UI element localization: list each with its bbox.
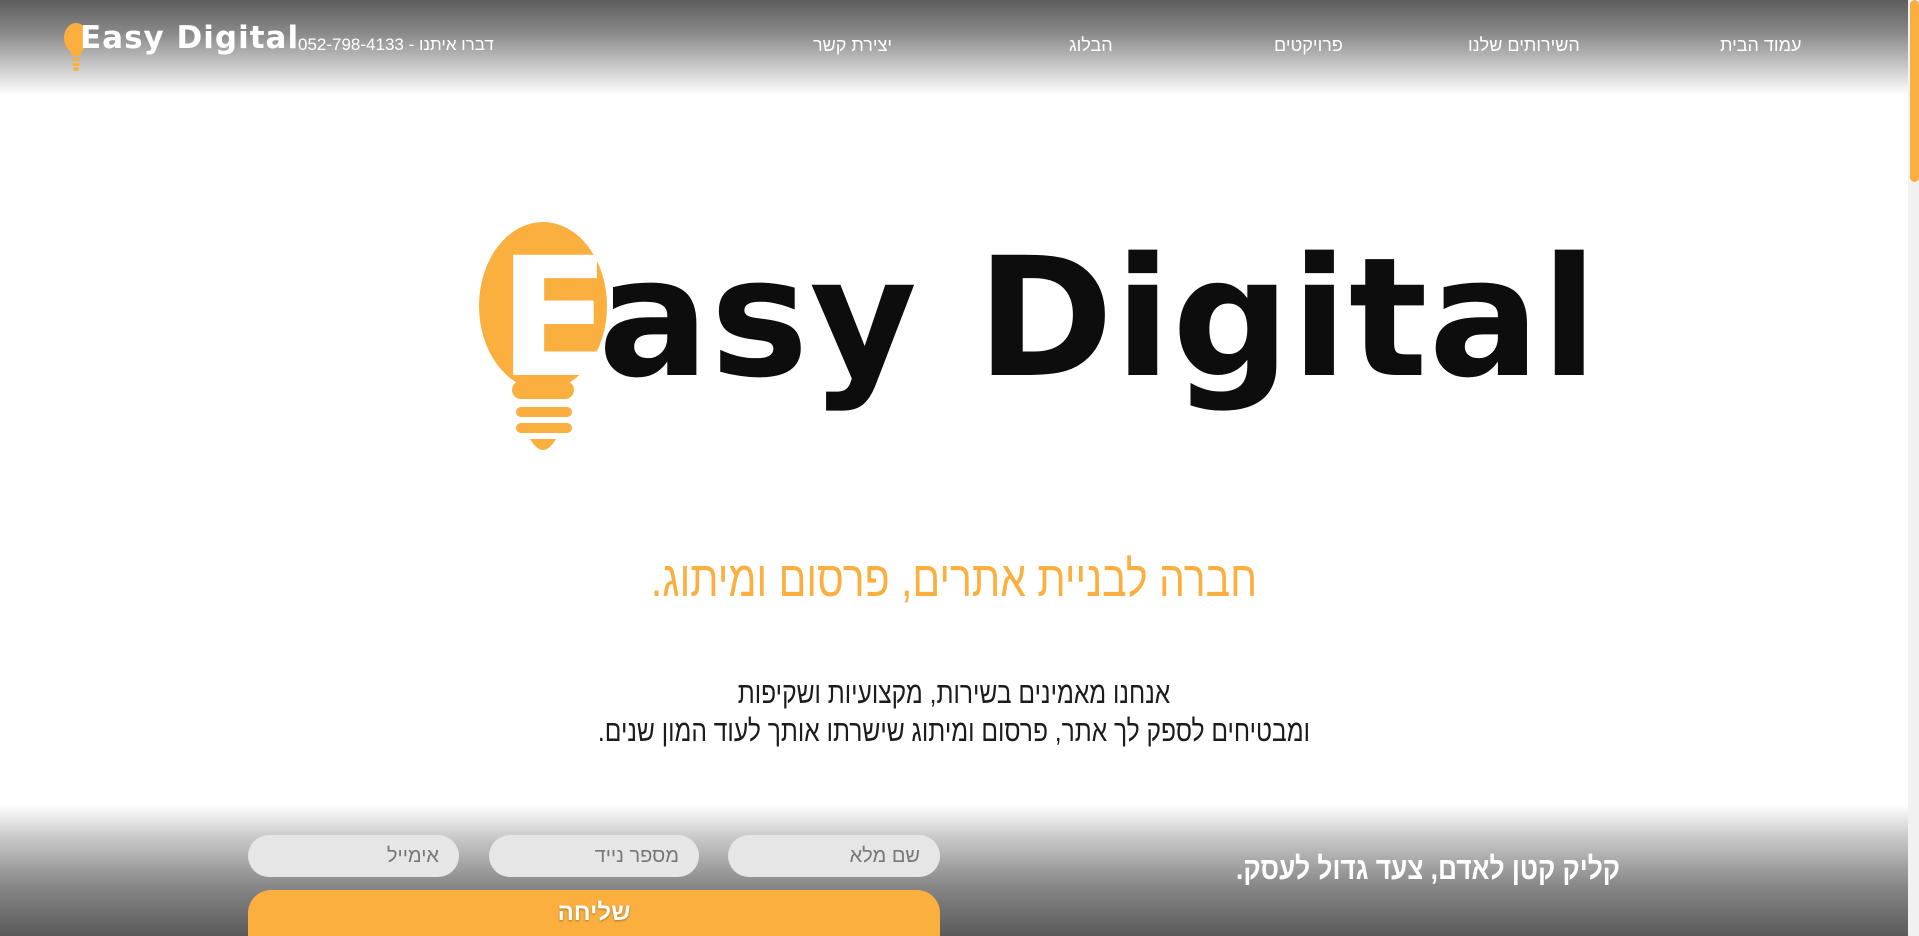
contact-slogan: קליק קטן לאדם, צעד גדול לעסק. [1236,851,1620,886]
nav-home[interactable]: עמוד הבית [1720,35,1801,56]
nav-blog[interactable]: הבלוג [1069,35,1113,56]
hero-description: אנחנו מאמינים בשירות, מקצועיות ושקיפות ו… [172,675,1737,751]
page: Easy Digital דברו איתנו - 052-798-4133 ע… [0,0,1919,936]
nav-services[interactable]: השירותים שלנו [1468,35,1580,56]
hero-logo: E asy Digital [470,215,1598,475]
site-header: Easy Digital דברו איתנו - 052-798-4133 ע… [0,0,1908,95]
description-line-2: ומבטיחים לספק לך אתר, פרסום ומיתוג שישרת… [597,715,1311,748]
header-logo-text: Easy Digital [80,20,300,56]
nav-projects[interactable]: פרויקטים [1274,35,1343,56]
nav-contact[interactable]: יצירת קשר [813,35,892,56]
hero-logo-text: asy Digital [598,222,1599,414]
email-input[interactable] [248,835,459,877]
description-line-1: אנחנו מאמינים בשירות, מקצועיות ושקיפות [737,677,1171,710]
hero-tagline: חברה לבניית אתרים, פרסום ומיתוג. [650,551,1258,607]
scrollbar-thumb[interactable] [1910,0,1919,182]
send-button[interactable]: שליחה [248,890,940,936]
header-logo[interactable]: Easy Digital [62,20,298,71]
header-phone[interactable]: דברו איתנו - 052-798-4133 [298,35,494,55]
page-scrollbar[interactable] [1908,0,1919,936]
hero-logo-letter: E [498,222,611,414]
phone-input[interactable] [489,835,699,877]
contact-bar: קליק קטן לאדם, צעד גדול לעסק. שליחה [0,805,1908,936]
full-name-input[interactable] [728,835,940,877]
